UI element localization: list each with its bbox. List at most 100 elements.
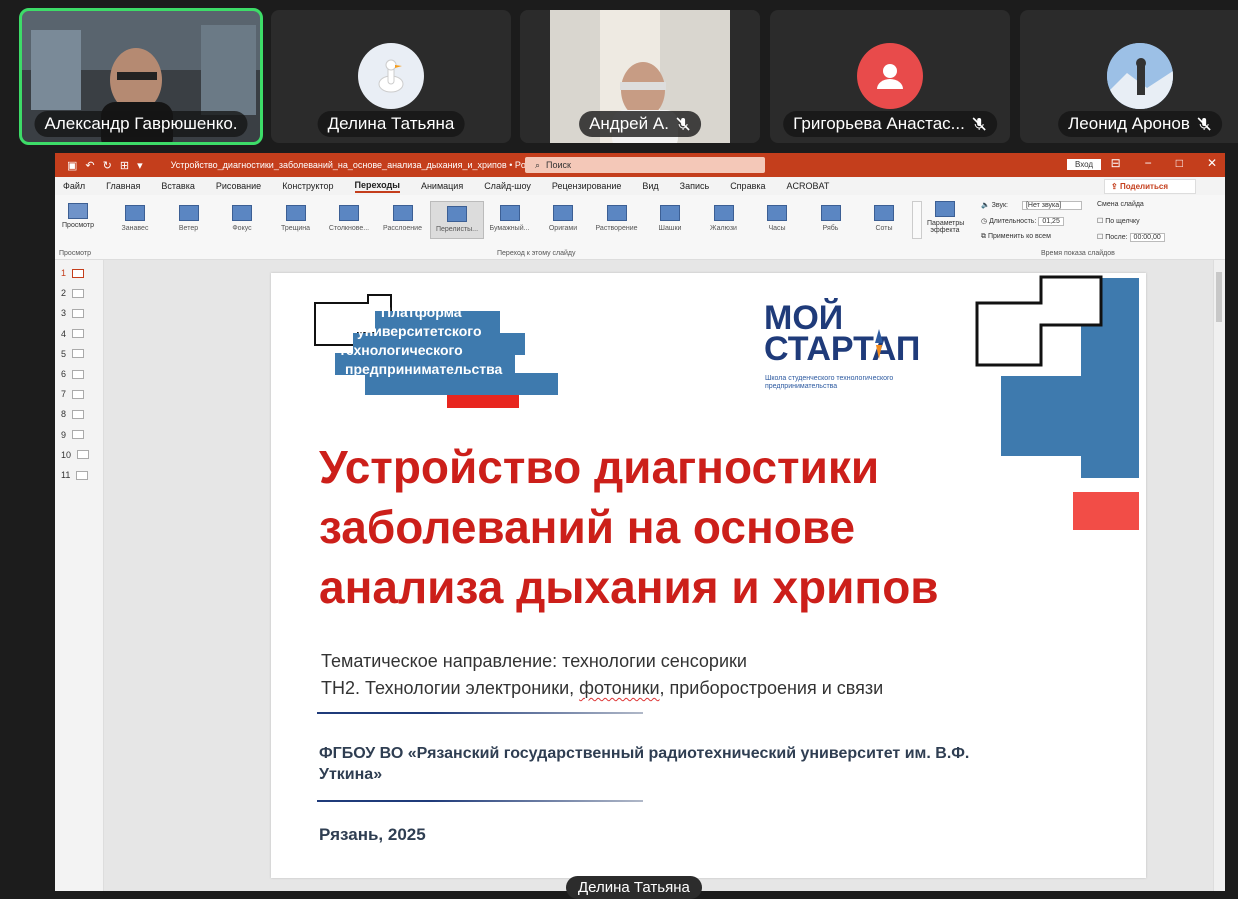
slide-tn: ТН2. Технологии электроники, фотоники, п… (321, 678, 884, 698)
slide-preview-icon (72, 409, 85, 419)
transition-option[interactable]: Шашки (644, 201, 696, 237)
participant-tile-1[interactable]: Александр Гаврюшенко. (19, 8, 263, 145)
slide-preview-icon (72, 288, 85, 298)
transition-icon (820, 205, 841, 221)
maximize-icon[interactable]: □ (1176, 156, 1183, 170)
mic-off-icon (1197, 117, 1211, 131)
menu-tab-8[interactable]: Рецензирование (552, 181, 622, 191)
transition-option[interactable]: Бумажный... (484, 201, 536, 237)
on-click-checkbox[interactable]: ☐ По щелчку (1097, 217, 1140, 225)
sound-control[interactable]: 🔈 Звук: [Нет звука] (981, 201, 1082, 210)
transition-icon (285, 205, 306, 221)
redo-icon[interactable]: ↻ (103, 159, 112, 172)
menu-tab-2[interactable]: Вставка (161, 181, 194, 191)
transition-option[interactable]: Растворение (591, 201, 643, 237)
transition-icon (767, 205, 787, 221)
after-control[interactable]: ☐ После: 00:00,00 (1097, 233, 1165, 242)
group-label: Просмотр (59, 250, 91, 257)
gallery-scroll[interactable] (912, 201, 922, 239)
preview-icon (68, 203, 88, 219)
minimize-icon[interactable]: − (1145, 156, 1152, 170)
mic-off-icon (972, 117, 986, 131)
transition-option[interactable]: Оригами (537, 201, 589, 237)
transition-option[interactable]: Часы (751, 201, 803, 237)
group-label: Время показа слайдов (1041, 250, 1115, 257)
platform-logo-text: технологического (339, 342, 463, 358)
transition-option[interactable]: Трещина (270, 201, 322, 237)
slide-thumbnail[interactable]: 7 (61, 389, 85, 399)
slide-thumbnail[interactable]: 4 (61, 329, 85, 339)
slide-thumbnail[interactable]: 2 (61, 288, 85, 298)
slide-thumbnail[interactable]: 11 (61, 470, 89, 480)
slide-thumbnail[interactable]: 8 (61, 409, 85, 419)
participant-name: Делина Татьяна (317, 111, 465, 137)
advance-label: Смена слайда (1097, 201, 1144, 208)
share-button[interactable]: ⇪ Поделиться (1104, 179, 1196, 194)
vertical-scrollbar[interactable] (1213, 260, 1225, 891)
transition-label: Столкнове... (328, 225, 370, 232)
effect-params-icon (935, 201, 955, 217)
search-input[interactable]: ⌕ Поиск (525, 157, 765, 173)
transition-option[interactable]: Соты (858, 201, 910, 237)
menu-bar: Файл Главная Вставка Рисование Конструктор Пе… (55, 177, 1225, 195)
slide-thumbnail[interactable]: 9 (61, 430, 85, 440)
participant-tile-2[interactable]: Делина Татьяна (271, 10, 511, 143)
transition-option[interactable]: Перелисты... (430, 201, 484, 239)
participant-name: Андрей А. (579, 111, 701, 137)
slide-thumbnail[interactable]: 1 (61, 268, 85, 278)
slide[interactable]: Платформа университетского технологическ… (271, 273, 1146, 878)
moi-startap-subtitle: Школа студенческого технологического пре… (765, 375, 894, 390)
transition-label: Ветер (178, 225, 199, 232)
transition-icon (660, 205, 680, 221)
duration-control[interactable]: ◷ Длительность: 01,25 (981, 217, 1064, 226)
transition-option[interactable]: Жалюзи (698, 201, 750, 237)
menu-tab-7[interactable]: Слайд-шоу (484, 181, 531, 191)
slide-preview-icon (72, 329, 85, 339)
preview-button[interactable]: Просмотр (59, 203, 97, 229)
participant-name: Александр Гаврюшенко. (34, 111, 248, 137)
customize-icon[interactable]: ▾ (137, 159, 143, 172)
close-icon[interactable]: ✕ (1207, 156, 1217, 170)
present-icon[interactable]: ⊞ (120, 159, 129, 172)
transition-option[interactable]: Ветер (163, 201, 215, 237)
transition-option[interactable]: Фокус (216, 201, 268, 237)
menu-tab-12[interactable]: ACROBAT (787, 181, 830, 191)
ribbon-display-icon[interactable]: ⊟ (1111, 156, 1121, 170)
transition-option[interactable]: Столкнове... (323, 201, 375, 237)
slide-direction: Тематическое направление: технологии сен… (321, 651, 747, 671)
slide-thumbnail[interactable]: 6 (61, 369, 85, 379)
slide-preview-icon (76, 470, 89, 480)
effect-params-button[interactable]: Параметры эффекта (927, 201, 964, 234)
apply-all-button[interactable]: ⧉ Применить ко всем (981, 233, 1051, 241)
menu-tab-1[interactable]: Главная (106, 181, 140, 191)
signin-button[interactable]: Вход (1067, 159, 1102, 170)
menu-tab-11[interactable]: Справка (730, 181, 765, 191)
transition-icon (874, 205, 894, 221)
participant-name: Леонид Аронов (1058, 111, 1222, 137)
menu-tab-5[interactable]: Переходы (354, 180, 400, 193)
slide-thumbnail[interactable]: 10 (61, 450, 90, 460)
transition-option[interactable]: Рябь (805, 201, 857, 237)
divider (317, 712, 643, 714)
menu-tab-4[interactable]: Конструктор (282, 181, 333, 191)
rocket-icon (875, 329, 883, 359)
transition-option[interactable]: Занавес (109, 201, 161, 237)
slide-thumbnail[interactable]: 5 (61, 349, 85, 359)
menu-tab-9[interactable]: Вид (642, 181, 658, 191)
transition-label: Шашки (658, 225, 682, 232)
menu-tab-6[interactable]: Анимация (421, 181, 463, 191)
undo-icon[interactable]: ↶ (85, 159, 94, 172)
menu-tab-3[interactable]: Рисование (216, 181, 261, 191)
slide-thumbnail[interactable]: 3 (61, 308, 85, 318)
menu-tab-0[interactable]: Файл (63, 181, 85, 191)
participant-tile-3[interactable]: Андрей А. (520, 10, 760, 143)
powerpoint-window: ▣ ↶ ↻ ⊞ ▾ Устройство_диагностики_заболев… (55, 153, 1225, 891)
menu-tab-10[interactable]: Запись (680, 181, 710, 191)
save-icon[interactable]: ▣ (67, 159, 77, 172)
participant-tile-4[interactable]: Григорьева Анастас... (770, 10, 1010, 143)
transition-option[interactable]: Расслоение (377, 201, 429, 237)
participant-tile-5[interactable]: Леонид Аронов (1020, 10, 1238, 143)
transition-icon (553, 205, 573, 221)
slide-preview-icon (72, 349, 85, 359)
transition-label: Бумажный... (489, 225, 530, 232)
